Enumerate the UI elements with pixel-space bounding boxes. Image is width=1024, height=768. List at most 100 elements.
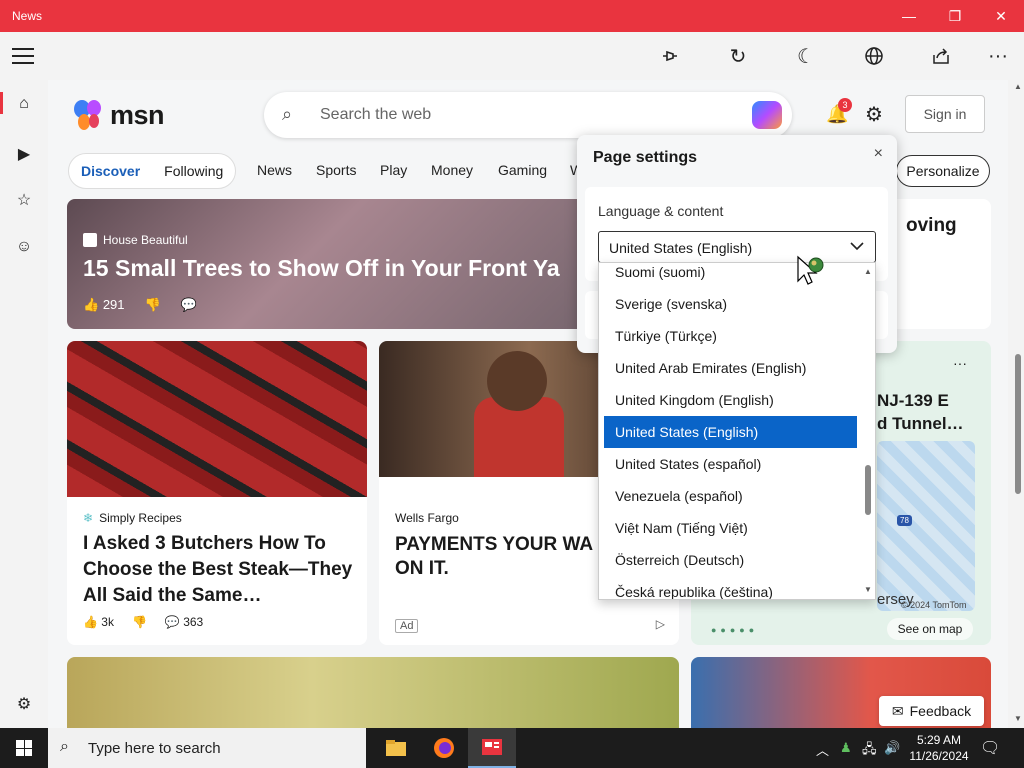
pin-icon[interactable] <box>656 42 684 70</box>
nav-item-sports[interactable]: Sports <box>316 162 356 178</box>
language-option[interactable]: United Kingdom (English) <box>604 384 857 416</box>
msn-logo[interactable]: msn <box>72 98 165 132</box>
see-on-map-button[interactable]: See on map <box>887 618 973 640</box>
sign-in-button[interactable]: Sign in <box>905 95 985 133</box>
globe-icon[interactable] <box>860 42 888 70</box>
feedback-button[interactable]: ✉ Feedback <box>879 696 984 726</box>
language-option[interactable]: United States (español) <box>604 448 857 480</box>
steak-image <box>67 341 367 497</box>
user-tray-icon[interactable]: ♟ <box>840 740 852 756</box>
scroll-down-icon[interactable]: ▼ <box>1014 714 1022 723</box>
dislike-icon[interactable]: 👎 <box>145 297 161 313</box>
file-explorer-icon[interactable] <box>372 728 420 768</box>
clock[interactable]: 5:29 AM 11/26/2024 <box>904 732 974 764</box>
maximize-button[interactable]: ❐ <box>932 0 978 32</box>
carousel-dots[interactable]: ●●●●● <box>711 625 758 635</box>
page-settings-icon[interactable]: ⚙ <box>865 102 883 127</box>
language-option[interactable]: Česká republika (čeština) <box>604 576 857 599</box>
card-more-button[interactable]: ··· <box>953 355 967 371</box>
traffic-headline[interactable]: NJ-139 E d Tunnel… <box>877 389 977 435</box>
language-option[interactable]: Österreich (Deutsch) <box>604 544 857 576</box>
feed-toggle: Discover Following <box>68 153 236 189</box>
language-option[interactable]: Sverige (svenska) <box>604 288 857 320</box>
nav-item-money[interactable]: Money <box>431 162 473 178</box>
comment-button[interactable]: 💬 363 <box>165 615 203 629</box>
network-icon[interactable]: 🖧 <box>862 740 877 762</box>
steak-headline[interactable]: I Asked 3 Butchers How To Choose the Bes… <box>83 531 353 609</box>
menu-icon[interactable] <box>12 48 34 64</box>
refresh-icon[interactable]: ↻ <box>724 42 752 70</box>
steak-card[interactable]: ❄ Simply Recipes I Asked 3 Butchers How T… <box>67 341 367 645</box>
news-app-icon[interactable] <box>468 728 516 768</box>
language-select[interactable]: United States (English) <box>598 231 876 263</box>
close-button[interactable]: ✕ <box>978 0 1024 32</box>
clock-date: 11/26/2024 <box>909 749 969 763</box>
settings-icon[interactable]: ⚙ <box>12 692 36 716</box>
active-indicator <box>0 92 3 114</box>
language-option-selected[interactable]: United States (English) <box>604 416 857 448</box>
search-input[interactable]: Search the web <box>320 106 431 124</box>
video-icon[interactable]: ▶ <box>12 142 36 166</box>
favorites-icon[interactable]: ☆ <box>12 188 36 212</box>
scrollbar-thumb[interactable] <box>1015 354 1021 494</box>
ad-choices-icon[interactable]: ▷ <box>656 617 665 631</box>
logo-text: msn <box>110 99 165 130</box>
like-button[interactable]: 👍 3k <box>83 615 114 629</box>
scroll-down-icon[interactable]: ▼ <box>864 585 872 594</box>
firefox-icon[interactable] <box>420 728 468 768</box>
steak-actions: 👍 3k 👎 💬 363 <box>83 615 203 629</box>
hero-actions: 👍 291 👎 💬 <box>83 297 197 313</box>
language-option[interactable]: United Arab Emirates (English) <box>604 352 857 384</box>
tab-following[interactable]: Following <box>152 163 235 179</box>
copilot-icon[interactable] <box>752 101 782 129</box>
start-button[interactable] <box>0 728 48 768</box>
smiley-icon[interactable]: ☺ <box>12 235 36 259</box>
nav-item-play[interactable]: Play <box>380 162 407 178</box>
search-icon: ⌕ <box>282 104 293 124</box>
dislike-icon[interactable]: 👎 <box>132 615 147 629</box>
map-copyright: © 2024 TomTom <box>901 600 967 610</box>
dropdown-scrollbar[interactable]: ▲ ▼ <box>864 267 872 595</box>
dropdown-scrollbar-thumb[interactable] <box>865 465 871 515</box>
window-title: News <box>12 9 43 23</box>
comment-icon[interactable]: 💬 <box>181 297 197 313</box>
ad-badge: Ad <box>395 619 419 633</box>
taskbar-search-input[interactable]: Type here to search <box>88 740 221 757</box>
nav-item-gaming[interactable]: Gaming <box>498 162 547 178</box>
page-settings-title: Page settings <box>593 149 698 166</box>
more-options-icon[interactable]: ··· <box>984 42 1012 70</box>
right-card-headline[interactable]: oving <box>906 215 957 237</box>
search-box[interactable]: ⌕ Search the web <box>264 92 792 138</box>
app-toolbar: ↻ ☾ ··· <box>0 32 1024 80</box>
bottom-card-left[interactable] <box>67 657 679 728</box>
clock-time: 5:29 AM <box>916 733 962 747</box>
language-dropdown[interactable]: Suomi (suomi) Sverige (svenska) Türkiye … <box>598 262 876 600</box>
minimize-button[interactable]: — <box>886 0 932 32</box>
tray-expand-icon[interactable]: ︿ <box>816 740 829 759</box>
feedback-icon: ✉ <box>891 702 904 719</box>
tab-discover[interactable]: Discover <box>69 163 152 179</box>
scroll-up-icon[interactable]: ▲ <box>864 267 872 276</box>
source-name: House Beautiful <box>103 233 188 247</box>
hero-headline[interactable]: 15 Small Trees to Show Off in Your Front… <box>83 255 560 282</box>
notification-center-icon[interactable]: 🗨 <box>980 738 1000 758</box>
traffic-map[interactable]: 78 <box>877 441 975 611</box>
language-select-value: United States (English) <box>609 240 753 256</box>
language-option[interactable]: Venezuela (español) <box>604 480 857 512</box>
close-icon[interactable]: × <box>874 145 883 163</box>
taskbar-search[interactable]: ⌕ Type here to search <box>48 728 366 768</box>
like-count: 3k <box>101 615 114 629</box>
volume-icon[interactable]: 🔊 <box>884 740 900 756</box>
dark-mode-icon[interactable]: ☾ <box>792 42 820 70</box>
notification-badge: 3 <box>838 98 852 112</box>
comment-count: 363 <box>183 615 204 629</box>
page-scrollbar[interactable]: ▲ ▼ <box>1013 80 1024 728</box>
language-option[interactable]: Türkiye (Türkçe) <box>604 320 857 352</box>
language-option[interactable]: Việt Nam (Tiếng Việt) <box>604 512 857 544</box>
personalize-button[interactable]: Personalize <box>896 155 990 187</box>
scroll-up-icon[interactable]: ▲ <box>1014 82 1022 91</box>
nav-item-news[interactable]: News <box>257 162 292 178</box>
share-icon[interactable] <box>927 42 955 70</box>
like-button[interactable]: 👍 291 <box>83 297 125 313</box>
home-icon[interactable]: ⌂ <box>12 92 36 116</box>
